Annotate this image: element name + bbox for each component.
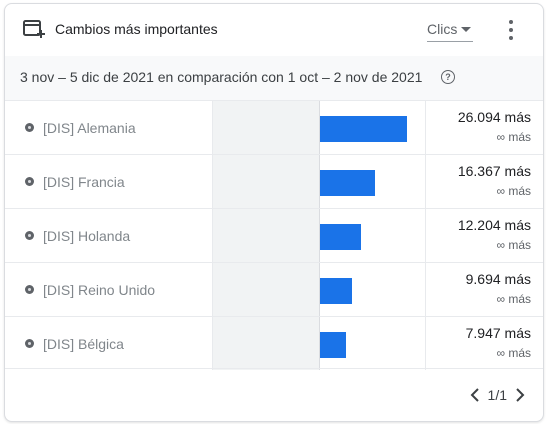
- add-to-dashboard-icon[interactable]: [23, 19, 45, 39]
- change-label: ∞ más: [496, 346, 531, 360]
- bar: [320, 278, 352, 304]
- bar: [320, 332, 346, 358]
- bar: [320, 170, 375, 196]
- table-row[interactable]: [DIS] Holanda 12.204 más ∞ más: [5, 209, 543, 263]
- caret-down-icon: [461, 26, 472, 32]
- chevron-left-icon[interactable]: [468, 387, 482, 403]
- negative-zone: [213, 101, 319, 154]
- value-label: 26.094 más: [457, 109, 531, 125]
- status-dot-icon: [25, 123, 34, 132]
- change-label: ∞ más: [496, 238, 531, 252]
- bar-track: [212, 155, 426, 208]
- more-vert-icon[interactable]: [499, 16, 523, 44]
- negative-zone: [213, 263, 319, 316]
- row-label: [DIS] Holanda: [43, 228, 131, 244]
- card-footer: 1/1: [5, 368, 543, 421]
- metric-dropdown[interactable]: Clics: [427, 17, 474, 42]
- value-label: 7.947 más: [465, 325, 531, 341]
- help-icon[interactable]: ?: [441, 70, 455, 84]
- chevron-right-icon[interactable]: [513, 387, 527, 403]
- change-label: ∞ más: [496, 130, 531, 144]
- row-label: [DIS] Bélgica: [43, 336, 124, 352]
- bar-track: [212, 101, 426, 154]
- bar-track: [212, 317, 426, 370]
- date-range-text: 3 nov – 5 dic de 2021 en comparación con…: [20, 69, 423, 85]
- row-label: [DIS] Reino Unido: [43, 282, 156, 298]
- status-dot-icon: [25, 339, 34, 348]
- bar-track: [212, 263, 426, 316]
- date-range-bar: 3 nov – 5 dic de 2021 en comparación con…: [5, 56, 543, 101]
- negative-zone: [213, 209, 319, 262]
- negative-zone: [213, 317, 319, 370]
- card-header: Cambios más importantes Clics: [5, 4, 543, 56]
- card-title: Cambios más importantes: [55, 21, 218, 37]
- page-indicator: 1/1: [487, 387, 507, 403]
- value-label: 9.694 más: [465, 271, 531, 287]
- table-row[interactable]: [DIS] Francia 16.367 más ∞ más: [5, 155, 543, 209]
- change-label: ∞ más: [496, 292, 531, 306]
- bar: [320, 224, 361, 250]
- table-row[interactable]: [DIS] Alemania 26.094 más ∞ más: [5, 101, 543, 155]
- change-label: ∞ más: [496, 184, 531, 198]
- row-label: [DIS] Alemania: [43, 120, 136, 136]
- top-changes-card: Cambios más importantes Clics 3 nov – 5 …: [4, 3, 544, 422]
- status-dot-icon: [25, 231, 34, 240]
- status-dot-icon: [25, 285, 34, 294]
- table-row[interactable]: [DIS] Reino Unido 9.694 más ∞ más: [5, 263, 543, 317]
- changes-list: [DIS] Alemania 26.094 más ∞ más [DIS] Franc…: [5, 101, 543, 370]
- value-label: 12.204 más: [457, 217, 531, 233]
- bar: [320, 116, 407, 142]
- value-label: 16.367 más: [457, 163, 531, 179]
- table-row[interactable]: [DIS] Bélgica 7.947 más ∞ más: [5, 317, 543, 370]
- metric-dropdown-label: Clics: [427, 21, 458, 37]
- negative-zone: [213, 155, 319, 208]
- bar-track: [212, 209, 426, 262]
- status-dot-icon: [25, 177, 34, 186]
- row-label: [DIS] Francia: [43, 174, 125, 190]
- pagination: 1/1: [468, 387, 527, 403]
